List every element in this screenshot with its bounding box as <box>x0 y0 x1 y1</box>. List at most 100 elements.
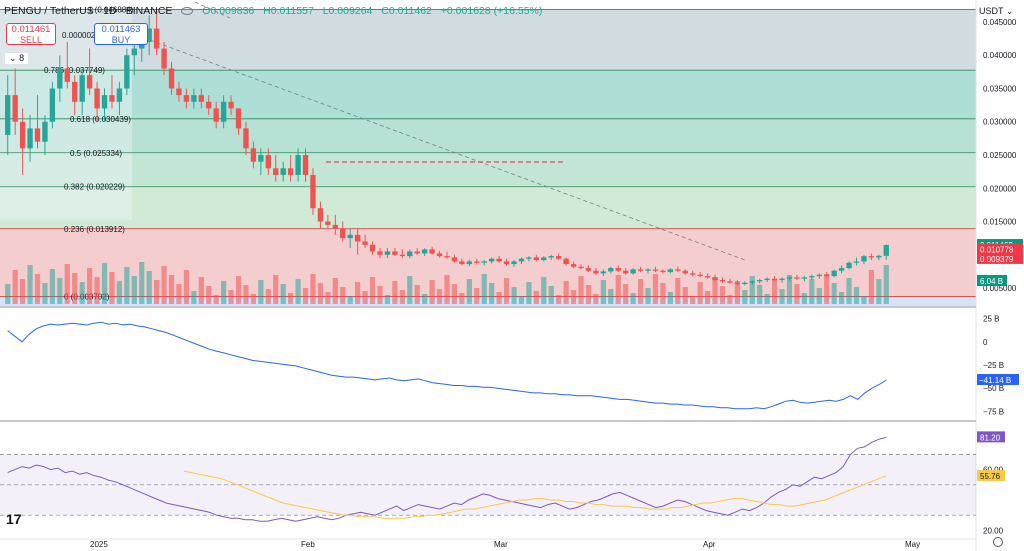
candle-body <box>168 68 175 89</box>
high-value: 0.011557 <box>270 5 314 17</box>
volume-bar <box>436 289 443 304</box>
candle-body <box>414 251 420 254</box>
low-value: 0.009264 <box>328 5 373 17</box>
volume-bar <box>645 288 651 304</box>
time-tick-label: Apr <box>703 540 716 549</box>
price-label: 0.009379 <box>980 255 1014 264</box>
indicators-toggle[interactable]: ⌄ 8 <box>4 52 30 65</box>
candle-body <box>49 88 56 122</box>
candle-body <box>131 48 137 56</box>
candle-body <box>712 277 718 281</box>
price-tick-label: 0.045000 <box>983 18 1017 27</box>
chart-canvas[interactable]: 1 (0.046884)0.786 (0.037749)0.618 (0.030… <box>0 0 1024 551</box>
volume-bar <box>846 278 852 304</box>
candle-body <box>719 280 726 282</box>
candle-body <box>801 277 808 279</box>
volume-bar <box>697 282 703 304</box>
currency-selector[interactable]: USDT ⌄ <box>979 6 1013 17</box>
candle-body <box>541 257 547 261</box>
candle-body <box>660 270 666 273</box>
volume-bar <box>146 271 152 304</box>
candle-body <box>258 154 264 162</box>
volume-bar <box>615 275 621 304</box>
price-tick-label: 0.035000 <box>983 84 1017 93</box>
candle-body <box>176 88 182 96</box>
candle-body <box>488 258 495 262</box>
sell-button[interactable]: 0.011461 SELL <box>6 23 56 45</box>
volume-bar <box>243 285 249 304</box>
candle-body <box>34 128 41 142</box>
volume-bar <box>27 265 33 304</box>
volume-bar <box>779 289 785 304</box>
volume-bar <box>228 290 234 304</box>
candle-body <box>183 95 190 102</box>
volume-bar <box>87 268 93 304</box>
volume-bar <box>682 287 688 304</box>
volume-bar <box>64 264 70 304</box>
eye-icon[interactable] <box>181 7 194 16</box>
candle-body <box>273 168 279 175</box>
open-value: 0.009836 <box>210 5 255 17</box>
volume-bar <box>838 292 845 304</box>
volume-bar <box>637 279 644 304</box>
volume-bar <box>719 286 726 304</box>
candle-body <box>392 251 398 255</box>
candle-body <box>690 273 696 275</box>
volume-bar <box>511 287 517 304</box>
volume-bar <box>131 276 137 304</box>
buy-price: 0.011463 <box>101 24 141 35</box>
candle-body <box>459 261 465 265</box>
volume-bar <box>79 282 85 304</box>
candle-body <box>623 270 629 274</box>
volume-bar <box>213 295 219 304</box>
volume-bar <box>578 276 584 304</box>
volume-bar <box>459 293 465 304</box>
volume-label: 6.04 B <box>980 277 1003 286</box>
volume-bar <box>600 280 606 304</box>
candle-body <box>883 245 889 256</box>
candle-body <box>570 264 577 267</box>
fib-label: 0.382 (0.020229) <box>64 183 125 192</box>
candle <box>310 168 316 215</box>
candle-body <box>749 281 755 283</box>
volume-bar <box>563 281 569 304</box>
candle-body <box>79 75 85 102</box>
symbol-title[interactable]: PENGU / TetherUS · 1D · BINANCE <box>4 5 172 17</box>
rsi-last-label: 81.20 <box>980 433 1001 442</box>
candle-body <box>5 95 11 136</box>
candle-body <box>600 271 607 274</box>
candle-body <box>481 261 487 263</box>
volume-bar <box>94 277 100 304</box>
volume-bar <box>585 285 592 304</box>
candle-body <box>451 257 458 262</box>
candle-body <box>235 108 242 129</box>
candle-body <box>667 269 674 273</box>
volume-bar <box>853 287 860 304</box>
volume-bar <box>295 279 301 304</box>
buy-button[interactable]: 0.011463 BUY <box>94 23 148 45</box>
volume-bar <box>57 278 63 304</box>
candle-body <box>578 266 584 269</box>
candle-body <box>503 261 510 265</box>
sell-price: 0.011461 <box>11 24 51 35</box>
candle-body <box>444 256 450 258</box>
candle-body <box>779 278 785 281</box>
price-tick-label: 0.040000 <box>983 51 1017 60</box>
volume-bar <box>288 293 294 304</box>
volume-bar <box>503 278 510 304</box>
volume-bar <box>801 293 807 304</box>
volume-bar <box>176 284 182 304</box>
close-value: 0.011462 <box>388 5 432 17</box>
volume-bar <box>139 262 145 304</box>
volume-bar <box>101 263 108 304</box>
volume-bar <box>570 290 577 304</box>
candle-body <box>64 68 70 82</box>
volume-bar <box>317 283 324 304</box>
gear-icon[interactable] <box>993 537 1003 547</box>
candle-body <box>86 75 93 89</box>
volume-bar <box>191 291 197 304</box>
volume-bar <box>451 284 458 304</box>
price-tick-label: 0.025000 <box>983 151 1017 160</box>
indicators-count: 8 <box>19 53 25 63</box>
volume-bar <box>742 290 748 304</box>
